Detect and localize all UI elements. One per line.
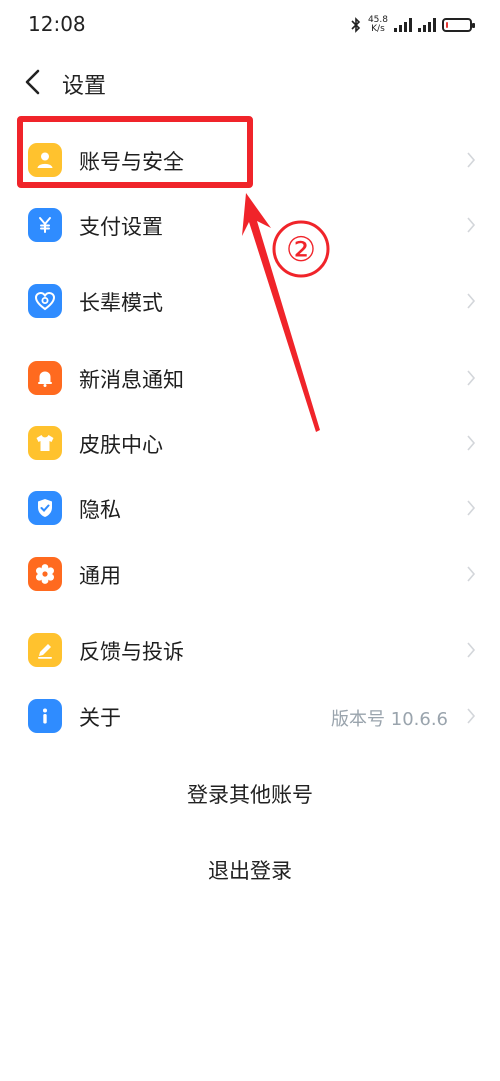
status-icons: 45.8 K/s: [350, 12, 475, 38]
chevron-right-icon: [467, 217, 476, 233]
logout-button[interactable]: 退出登录: [0, 855, 500, 885]
settings-item-feedback[interactable]: 反馈与投诉: [0, 620, 500, 680]
gear-icon: [28, 557, 62, 591]
shirt-icon: [28, 426, 62, 460]
signal-icon-2: [418, 18, 436, 32]
chevron-right-icon: [467, 708, 476, 724]
settings-item-payment[interactable]: 支付设置: [0, 195, 500, 255]
chevron-right-icon: [467, 566, 476, 582]
pencil-icon: [28, 633, 62, 667]
settings-item-skin-center[interactable]: 皮肤中心: [0, 413, 500, 473]
settings-item-general[interactable]: 通用: [0, 544, 500, 604]
settings-item-about[interactable]: 关于 版本号 10.6.6: [0, 686, 500, 746]
yen-icon: [28, 208, 62, 242]
settings-item-label: 长辈模式: [79, 291, 163, 315]
bell-icon: [28, 361, 62, 395]
status-bar: 12:08 45.8 K/s: [0, 0, 500, 50]
chevron-right-icon: [467, 500, 476, 516]
settings-item-label: 皮肤中心: [79, 433, 163, 457]
network-speed-unit: K/s: [371, 24, 385, 34]
highlight-box: [17, 116, 253, 188]
chevron-right-icon: [467, 642, 476, 658]
settings-item-notifications[interactable]: 新消息通知: [0, 348, 500, 408]
signal-icon: [394, 18, 412, 32]
status-time: 12:08: [28, 12, 86, 36]
back-button[interactable]: [18, 65, 50, 99]
settings-item-label: 新消息通知: [79, 368, 184, 392]
settings-item-label: 隐私: [79, 498, 121, 522]
settings-item-privacy[interactable]: 隐私: [0, 478, 500, 538]
settings-item-label: 通用: [79, 564, 121, 588]
battery-level: [446, 22, 448, 28]
settings-item-elder-mode[interactable]: 长辈模式: [0, 271, 500, 331]
page-title: 设置: [62, 74, 107, 99]
version-number: 版本号 10.6.6: [331, 709, 448, 730]
heart-icon: [28, 284, 62, 318]
settings-item-label: 反馈与投诉: [79, 640, 184, 664]
chevron-right-icon: [467, 370, 476, 386]
settings-item-label: 关于: [79, 706, 121, 730]
info-icon: [28, 699, 62, 733]
chevron-right-icon: [467, 435, 476, 451]
chevron-right-icon: [467, 152, 476, 168]
bluetooth-icon: [351, 17, 361, 33]
settings-item-label: 支付设置: [79, 215, 163, 239]
shield-icon: [28, 491, 62, 525]
chevron-right-icon: [467, 293, 476, 309]
battery-icon: [442, 18, 475, 32]
header: 设置: [0, 55, 500, 109]
switch-account-button[interactable]: 登录其他账号: [0, 779, 500, 809]
network-speed: 45.8 K/s: [368, 16, 388, 34]
